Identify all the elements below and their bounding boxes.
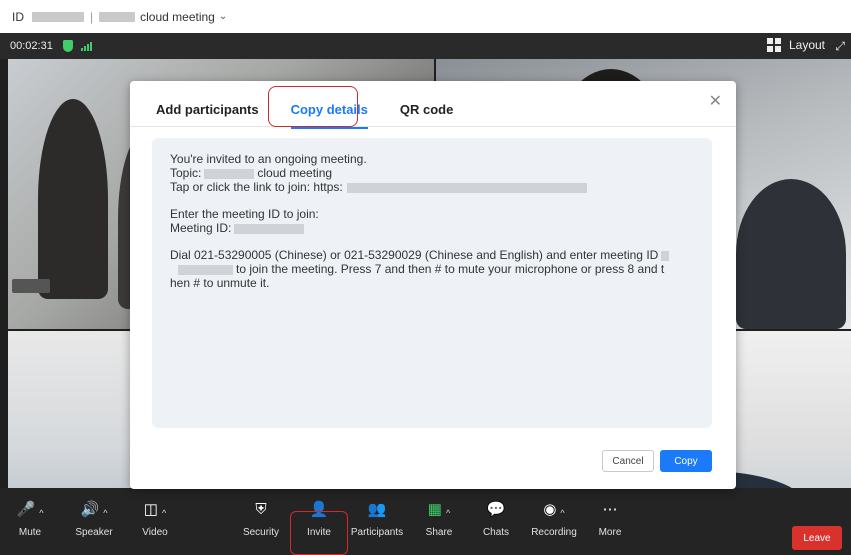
chats-button[interactable]: 💬 Chats <box>476 488 516 538</box>
security-label: Security <box>242 527 280 538</box>
status-bar: 00:02:31 Layout ⤢ <box>0 33 851 59</box>
more-button[interactable]: ⋯ More <box>594 488 626 538</box>
copy-details-highlight <box>268 86 358 127</box>
participants-button[interactable]: 👥 Participants <box>346 488 408 538</box>
redacted-text <box>99 11 136 22</box>
divider <box>130 126 736 127</box>
video-label: Video <box>142 527 168 538</box>
participant-silhouette <box>38 99 108 299</box>
copy-button[interactable]: Copy <box>660 450 712 472</box>
cancel-button[interactable]: Cancel <box>602 450 654 472</box>
invite-highlight <box>290 511 348 555</box>
recording-button[interactable]: ◉ ^ Recording <box>526 488 582 538</box>
redacted-meeting-id <box>234 223 305 234</box>
dial-text-2: to join the meeting. Press 7 and then # … <box>236 262 665 276</box>
encryption-shield-icon[interactable] <box>62 40 73 52</box>
share-button[interactable]: ▦ ^ Share <box>418 488 460 538</box>
speaker-icon: 🔊 <box>80 501 100 518</box>
meeting-toolbar: 🎤 ^ Mute 🔊 ^ Speaker ◫ ^ Video ⛨ Security 👤… <box>0 488 851 555</box>
invite-details-text: You're invited to an ongoing meeting. To… <box>152 138 712 428</box>
layout-label: Layout <box>788 38 825 52</box>
dial-line: Dial 021-53290005 (Chinese) or 021-53290… <box>170 248 694 262</box>
security-button[interactable]: ⛨ Security <box>236 488 286 538</box>
meeting-id-prefix: Meeting ID: <box>170 221 232 235</box>
record-icon: ◉ <box>543 501 557 518</box>
recording-label: Recording <box>531 527 577 538</box>
chat-icon: 💬 <box>486 501 506 518</box>
chevron-up-icon[interactable]: ^ <box>103 508 107 518</box>
speaker-label: Speaker <box>75 527 113 538</box>
participants-label: Participants <box>350 527 404 538</box>
chevron-up-icon[interactable]: ^ <box>560 508 564 518</box>
participant-name-tag <box>12 279 50 293</box>
separator: | <box>90 9 94 24</box>
redacted-text <box>178 264 233 275</box>
mute-button[interactable]: 🎤 ^ Mute <box>10 488 50 538</box>
chevron-up-icon[interactable]: ^ <box>446 508 450 518</box>
meeting-id-label: ID <box>12 9 24 24</box>
more-label: More <box>598 527 622 538</box>
elapsed-time: 00:02:31 <box>10 40 53 52</box>
redacted-text <box>661 250 670 261</box>
meeting-window: ID | cloud meeting ⌄ 00:02:31 Layout ⤢ A… <box>0 0 851 555</box>
topic-suffix: cloud meeting <box>257 166 333 180</box>
tab-qr-code[interactable]: QR code <box>396 96 457 122</box>
fullscreen-icon[interactable]: ⤢ <box>835 39 845 54</box>
speaker-button[interactable]: 🔊 ^ Speaker <box>68 488 120 538</box>
chevron-up-icon[interactable]: ^ <box>39 508 43 518</box>
participant-silhouette <box>736 179 846 329</box>
dial-text-1: Dial 021-53290005 (Chinese) or 021-53290… <box>170 248 659 262</box>
chevron-up-icon[interactable]: ^ <box>162 508 166 518</box>
more-icon: ⋯ <box>602 501 618 518</box>
invite-dialog: Add participants Copy details QR code ✕ … <box>130 81 736 489</box>
redacted-text <box>204 168 255 179</box>
chats-label: Chats <box>482 527 510 538</box>
meeting-id-line: Meeting ID: <box>170 221 694 235</box>
title-bar: ID | cloud meeting ⌄ <box>0 0 851 33</box>
topic-prefix: Topic: <box>170 166 202 180</box>
grid-layout-icon <box>766 38 781 52</box>
close-icon[interactable]: ✕ <box>709 91 722 111</box>
share-icon: ▦ <box>427 501 442 518</box>
participants-icon: 👥 <box>367 501 387 518</box>
chevron-down-icon[interactable]: ⌄ <box>219 11 227 22</box>
redacted-meeting-id <box>32 11 84 22</box>
layout-button[interactable]: Layout <box>766 38 825 52</box>
tab-add-participants[interactable]: Add participants <box>152 96 263 122</box>
dial-text-3: hen # to unmute it. <box>170 276 270 290</box>
redacted-link <box>346 182 587 193</box>
invite-line: You're invited to an ongoing meeting. <box>170 152 367 166</box>
video-button[interactable]: ◫ ^ Video <box>135 488 175 538</box>
mic-muted-icon: 🎤 <box>16 501 36 518</box>
video-off-icon: ◫ <box>143 501 158 518</box>
mute-label: Mute <box>18 527 42 538</box>
leave-button[interactable]: Leave <box>792 526 842 550</box>
meeting-name: cloud meeting <box>140 9 215 24</box>
enter-id-line: Enter the meeting ID to join: <box>170 207 319 221</box>
signal-icon[interactable] <box>80 41 92 51</box>
topic-line: Topic: cloud meeting <box>170 166 694 180</box>
shield-icon: ⛨ <box>255 501 267 518</box>
share-label: Share <box>425 527 453 538</box>
link-prefix: Tap or click the link to join: https: <box>170 180 343 194</box>
dial-line: to join the meeting. Press 7 and then # … <box>170 262 694 276</box>
link-line: Tap or click the link to join: https: <box>170 180 694 194</box>
